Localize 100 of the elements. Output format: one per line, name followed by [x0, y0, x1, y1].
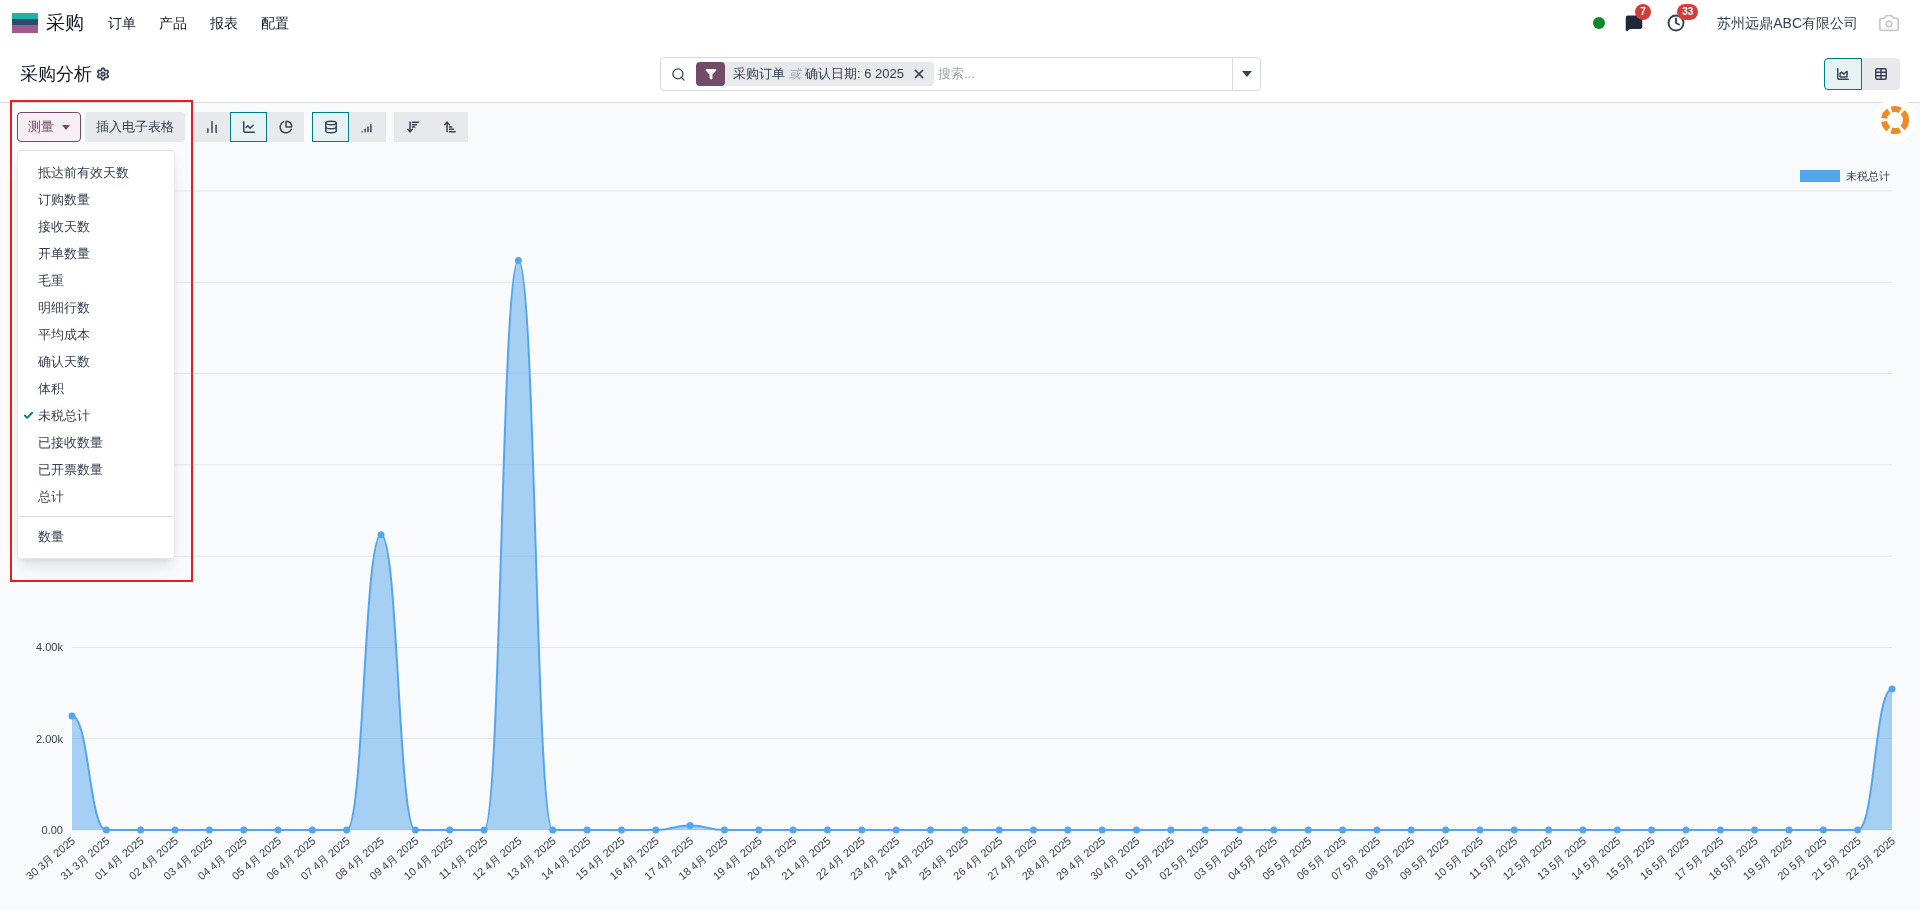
- measure-menu-item[interactable]: 平均成本: [18, 321, 174, 348]
- pie-chart-icon: [278, 120, 293, 134]
- page-title: 采购分析: [20, 62, 92, 86]
- point: [274, 826, 282, 834]
- nav-menu-item[interactable]: 配置: [261, 12, 289, 34]
- activity-count-badge: 33: [1677, 4, 1699, 20]
- nav-menu-item[interactable]: 报表: [210, 12, 238, 34]
- point: [549, 826, 557, 834]
- point: [652, 826, 660, 834]
- point: [1751, 826, 1759, 834]
- point: [1098, 826, 1106, 834]
- app-name[interactable]: 采购: [46, 8, 84, 38]
- point: [411, 826, 419, 834]
- point: [1545, 826, 1553, 834]
- point: [343, 826, 351, 834]
- point: [1510, 826, 1518, 834]
- measure-menu-item[interactable]: 体积: [18, 375, 174, 402]
- y-axis-label: 4.00k: [36, 641, 63, 654]
- point: [755, 826, 763, 834]
- chart-option-button[interactable]: [312, 112, 349, 142]
- measure-menu-item[interactable]: 已接收数量: [18, 429, 174, 456]
- measure-menu-item[interactable]: 未税总计: [18, 402, 174, 429]
- legend-label: 未税总计: [1846, 170, 1890, 182]
- facet-value: 采购订单: [733, 65, 785, 84]
- measure-menu-item[interactable]: 接收天数: [18, 213, 174, 240]
- point: [240, 826, 248, 834]
- point: [1819, 826, 1827, 834]
- insert-spreadsheet-button[interactable]: 插入电子表格: [85, 112, 185, 142]
- point: [1133, 826, 1141, 834]
- filter-facet[interactable]: 采购订单 或 确认日期: 6 2025: [696, 62, 934, 86]
- chart-option-button[interactable]: [230, 112, 267, 142]
- company-name[interactable]: 苏州远鼎ABC有限公司: [1717, 12, 1858, 34]
- sort-ascending-icon: [442, 120, 457, 134]
- search-input[interactable]: 搜索...: [938, 64, 1232, 84]
- point: [1785, 826, 1793, 834]
- point: [68, 712, 76, 720]
- point: [480, 826, 488, 834]
- point: [1579, 826, 1587, 834]
- measure-menu-item[interactable]: 开单数量: [18, 240, 174, 267]
- measure-menu-item[interactable]: 确认天数: [18, 348, 174, 375]
- point: [514, 256, 522, 264]
- point: [1339, 826, 1347, 834]
- measures-dropdown-button[interactable]: 测量: [17, 112, 81, 142]
- measure-menu-item[interactable]: 总计: [18, 483, 174, 510]
- point: [1648, 826, 1656, 834]
- measure-menu-item[interactable]: 数量: [18, 523, 174, 550]
- y-axis-label: 2.00k: [36, 732, 63, 745]
- facet-value: 确认日期: 6 2025: [805, 65, 904, 84]
- nav-menu-item[interactable]: 产品: [159, 12, 187, 34]
- line-chart-icon: [241, 120, 256, 134]
- table-icon: [1874, 67, 1888, 81]
- point: [1888, 685, 1896, 693]
- point: [137, 826, 145, 834]
- point: [1682, 826, 1690, 834]
- caret-icon: [62, 124, 70, 130]
- point: [205, 826, 213, 834]
- clock-icon[interactable]: [1667, 14, 1686, 32]
- point: [961, 826, 969, 834]
- point: [1167, 826, 1175, 834]
- view-switch-button[interactable]: [1824, 58, 1862, 90]
- point: [1613, 826, 1621, 834]
- point: [1476, 826, 1484, 834]
- area-chart-icon: [1836, 67, 1850, 81]
- point: [823, 826, 831, 834]
- nav-menu-item[interactable]: 订单: [108, 12, 136, 34]
- measure-menu-item[interactable]: 抵达前有效天数: [18, 159, 174, 186]
- point: [1716, 826, 1724, 834]
- sort-descending-icon: [405, 120, 420, 134]
- app-logo-icon: [12, 13, 38, 33]
- point: [377, 531, 385, 539]
- point: [995, 826, 1003, 834]
- y-axis-label: 0.00: [41, 824, 63, 836]
- bar-chart-icon: [204, 120, 219, 134]
- point: [583, 826, 591, 834]
- point: [1304, 826, 1312, 834]
- measure-menu-item[interactable]: 订购数量: [18, 186, 174, 213]
- point: [1442, 826, 1450, 834]
- measure-menu-item[interactable]: 毛重: [18, 267, 174, 294]
- measure-menu-item[interactable]: 明细行数: [18, 294, 174, 321]
- search-icon: [671, 66, 686, 82]
- point: [926, 826, 934, 834]
- point: [1373, 826, 1381, 834]
- point: [858, 826, 866, 834]
- settings-icon[interactable]: [96, 67, 110, 81]
- caret-icon: [1241, 71, 1252, 77]
- point: [617, 826, 625, 834]
- message-count-badge: 7: [1635, 4, 1651, 20]
- measure-menu-item[interactable]: 已开票数量: [18, 456, 174, 483]
- point: [1030, 826, 1038, 834]
- point: [1270, 826, 1278, 834]
- point: [308, 826, 316, 834]
- search-field[interactable]: 采购订单 或 确认日期: 6 2025 搜索...: [660, 57, 1261, 91]
- stack-icon: [323, 120, 338, 134]
- point: [1407, 826, 1415, 834]
- remove-facet-icon[interactable]: [912, 67, 926, 81]
- point: [1201, 826, 1209, 834]
- point: [102, 826, 110, 834]
- point: [1236, 826, 1244, 834]
- point: [1064, 826, 1072, 834]
- point: [1854, 826, 1862, 834]
